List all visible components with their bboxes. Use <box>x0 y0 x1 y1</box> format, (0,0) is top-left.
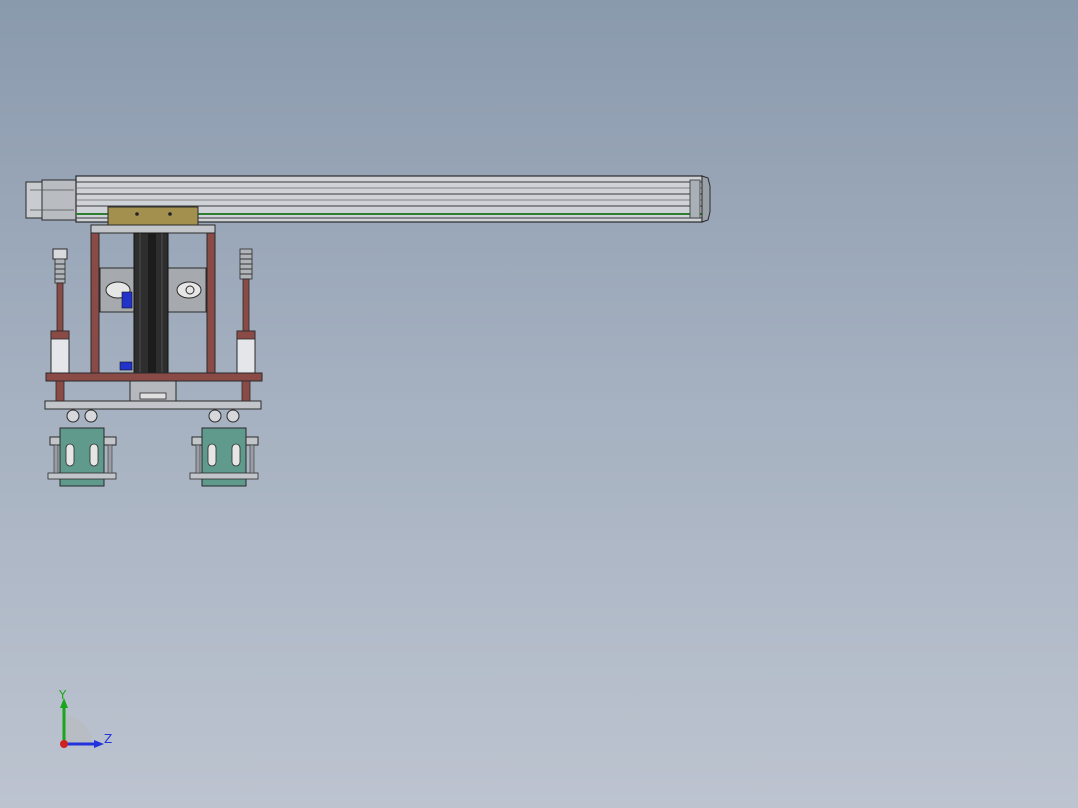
triad-z-label: Z <box>104 732 112 746</box>
triad-x-axis <box>60 740 68 748</box>
guide-rod-right[interactable] <box>236 248 256 374</box>
graphics-viewport[interactable]: Y Z <box>0 0 1078 808</box>
guide-rod-left[interactable] <box>50 248 70 374</box>
cad-assembly-model[interactable] <box>0 0 1078 808</box>
orientation-triad: Y Z <box>58 688 112 748</box>
gripper-left[interactable] <box>47 409 117 487</box>
linear-actuator[interactable] <box>25 175 711 226</box>
lower-plate-assembly[interactable] <box>44 372 263 410</box>
triad-y-label: Y <box>58 688 67 702</box>
vertical-column[interactable] <box>133 232 169 374</box>
gripper-right[interactable] <box>189 409 259 487</box>
